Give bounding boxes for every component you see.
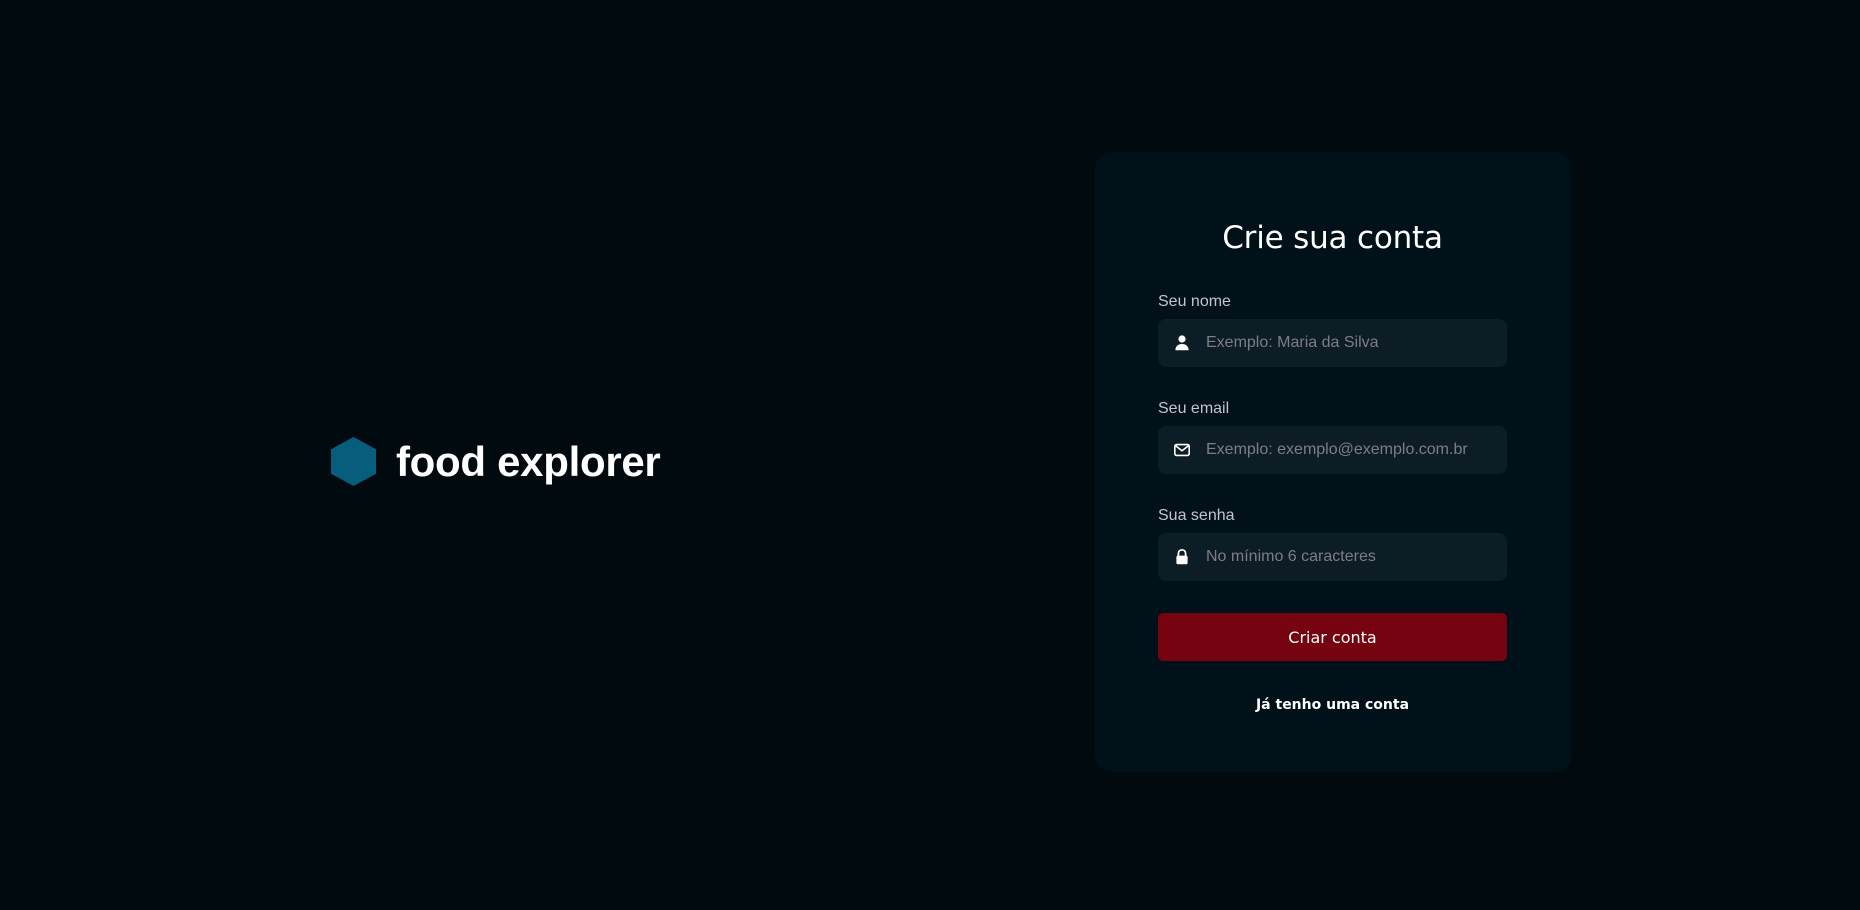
user-icon	[1158, 319, 1206, 367]
hexagon-logo-icon	[331, 437, 376, 486]
email-input-wrapper	[1158, 426, 1507, 474]
signup-page: food explorer Crie sua conta Seu nome Se…	[0, 0, 1860, 910]
login-link[interactable]: Já tenho uma conta	[1158, 697, 1507, 713]
brand: food explorer	[331, 437, 661, 486]
email-label: Seu email	[1158, 400, 1230, 417]
lock-icon	[1158, 533, 1206, 581]
password-input-wrapper	[1158, 533, 1507, 581]
form-title: Crie sua conta	[1222, 220, 1443, 256]
email-input[interactable]	[1206, 426, 1507, 474]
name-input[interactable]	[1206, 319, 1507, 367]
password-input[interactable]	[1206, 533, 1507, 581]
password-label: Sua senha	[1158, 507, 1235, 524]
mail-icon	[1158, 426, 1206, 474]
signup-card: Crie sua conta Seu nome Seu email	[1095, 152, 1571, 772]
name-label: Seu nome	[1158, 293, 1231, 310]
create-account-button[interactable]: Criar conta	[1158, 613, 1507, 661]
email-field: Seu email	[1158, 399, 1507, 474]
password-field: Sua senha	[1158, 506, 1507, 581]
brand-name: food explorer	[396, 437, 661, 485]
name-input-wrapper	[1158, 319, 1507, 367]
name-field: Seu nome	[1158, 292, 1507, 367]
